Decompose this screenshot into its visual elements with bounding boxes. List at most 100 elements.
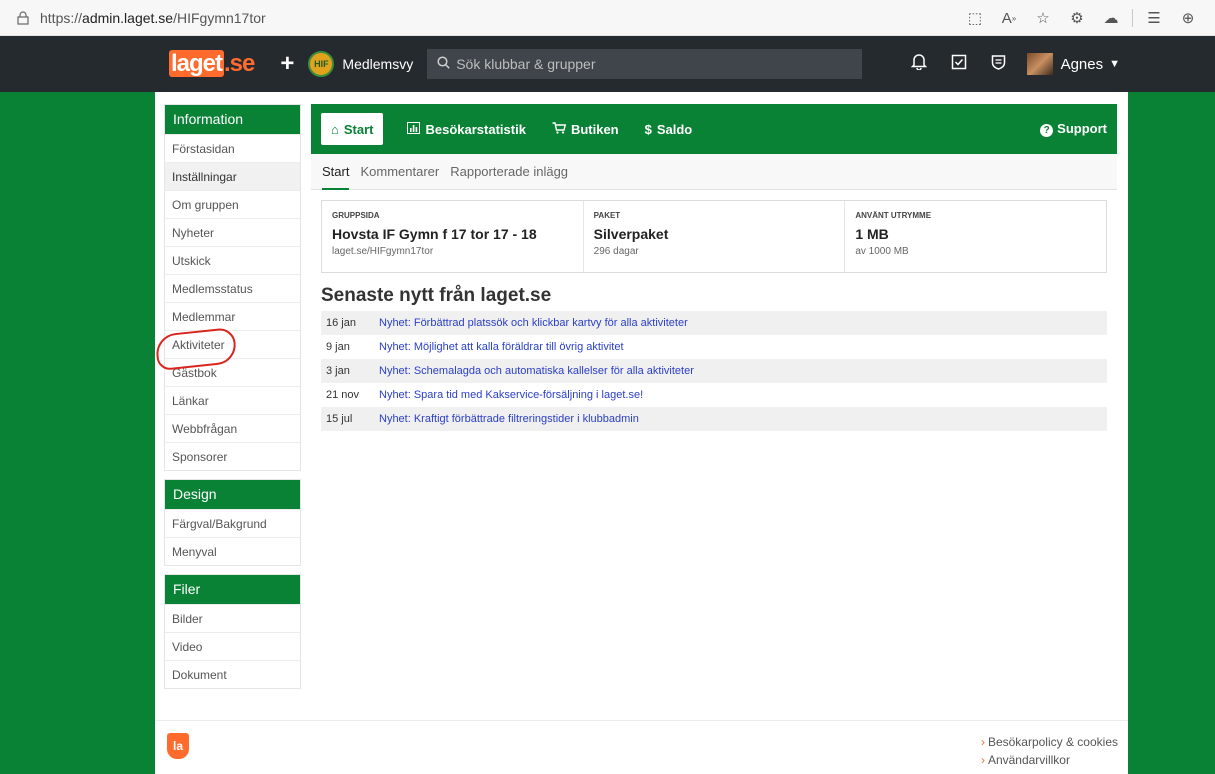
subtabs: Start Kommentarer Rapporterade inlägg xyxy=(311,154,1117,190)
sidebar-item-nyheter[interactable]: Nyheter xyxy=(165,218,300,246)
list-item: 3 jan Nyhet: Schemalagda och automatiska… xyxy=(321,359,1107,383)
laget-footer-logo[interactable]: la xyxy=(167,733,189,759)
url-prefix: https:// xyxy=(40,9,83,26)
news-date: 15 jul xyxy=(326,413,353,425)
sidebar-group-filer: Filer Bilder Video Dokument xyxy=(164,574,301,689)
sidebar-item-menyval[interactable]: Menyval xyxy=(165,537,300,565)
search-placeholder: Sök klubbar & grupper xyxy=(456,56,596,72)
tab-rapporterade[interactable]: Rapporterade inlägg xyxy=(450,164,568,179)
balance-label: Saldo xyxy=(656,121,693,137)
nav-right: Agnes ▼ xyxy=(899,36,1120,92)
sidebar-item-webbfragan[interactable]: Webbfrågan xyxy=(165,414,300,442)
stats-label: Besökarstatistik xyxy=(425,121,526,137)
url-text[interactable]: https://admin.laget.se/HIFgymn17tor xyxy=(40,10,266,26)
sidebar-group-design: Design Färgval/Bakgrund Menyval xyxy=(164,479,301,566)
search-icon xyxy=(437,56,450,72)
toolbar-divider xyxy=(1132,9,1133,27)
chevron-right-icon: › xyxy=(980,753,985,767)
sidebar-item-medlemmar[interactable]: Medlemmar xyxy=(165,302,300,330)
checklist-icon[interactable] xyxy=(939,54,979,75)
info-storage: ANVÄNT UTRYMME 1 MB av 1000 MB xyxy=(845,201,1106,272)
user-name[interactable]: Agnes xyxy=(1061,56,1104,73)
chevron-right-icon: › xyxy=(980,735,985,749)
list-item: 16 jan Nyhet: Förbättrad platssök och kl… xyxy=(321,311,1107,335)
info-sub: av 1000 MB xyxy=(855,246,909,257)
admin-toolbar: ⌂ Start Besökarstatistik Butiken $ Saldo ?… xyxy=(311,104,1117,154)
sidebar-heading[interactable]: Design xyxy=(165,480,300,509)
top-navigation: laget.se + HIF Medlemsvy Sök klubbar & g… xyxy=(0,36,1215,92)
balance-button[interactable]: $ Saldo xyxy=(645,122,693,137)
club-logo-icon[interactable]: HIF xyxy=(308,51,335,77)
tab-kommentarer[interactable]: Kommentarer xyxy=(360,164,439,179)
shield-icon[interactable] xyxy=(979,54,1019,75)
lock-icon[interactable] xyxy=(16,10,30,25)
bell-icon[interactable] xyxy=(899,53,939,75)
favorites-icon[interactable]: ☰ xyxy=(1137,9,1171,27)
sidebar-item-bilder[interactable]: Bilder xyxy=(165,604,300,632)
shop-label: Butiken xyxy=(570,121,619,137)
app-available-icon[interactable]: ⬚ xyxy=(958,9,992,27)
sidebar-item-forstasidan[interactable]: Förstasidan xyxy=(165,134,300,162)
laget-logo[interactable]: laget.se xyxy=(163,48,260,80)
member-view-link[interactable]: Medlemsvy xyxy=(342,56,413,72)
terms-link[interactable]: › Användarvillkor xyxy=(981,751,1118,769)
news-link[interactable]: Nyhet: Kraftigt förbättrade filtreringst… xyxy=(379,413,639,425)
start-button[interactable]: ⌂ Start xyxy=(321,113,384,145)
sidebar-group-information: Information Förstasidan Inställningar Om… xyxy=(164,104,301,471)
shop-button[interactable]: Butiken xyxy=(552,122,619,137)
sidebar-item-utskick[interactable]: Utskick xyxy=(165,246,300,274)
sidebar-item-installningar[interactable]: Inställningar xyxy=(165,162,300,190)
sidebar-item-medlemsstatus[interactable]: Medlemsstatus xyxy=(165,274,300,302)
news-list: 16 jan Nyhet: Förbättrad platssök och kl… xyxy=(321,311,1107,431)
news-link[interactable]: Nyhet: Spara tid med Kakservice-försäljn… xyxy=(379,389,643,401)
stats-button[interactable]: Besökarstatistik xyxy=(407,121,526,137)
info-summary: GRUPPSIDA Hovsta IF Gymn f 17 tor 17 - 1… xyxy=(321,200,1107,273)
info-sub: 296 dagar xyxy=(593,246,639,257)
tab-start[interactable]: Start xyxy=(322,164,350,190)
support-button[interactable]: ? Support xyxy=(1040,121,1107,137)
info-value: Hovsta IF Gymn f 17 tor 17 - 18 xyxy=(332,226,537,242)
sidebar-heading[interactable]: Filer xyxy=(165,575,300,604)
info-sub: laget.se/HIFgymn17tor xyxy=(332,246,434,257)
read-aloud-icon[interactable]: A» xyxy=(992,10,1026,27)
favorite-star-icon[interactable]: ☆ xyxy=(1026,9,1060,27)
sidebar-item-fargval[interactable]: Färgval/Bakgrund xyxy=(165,509,300,537)
sidebar: Information Förstasidan Inställningar Om… xyxy=(164,104,301,697)
chevron-down-icon[interactable]: ▼ xyxy=(1109,58,1120,70)
help-icon: ? xyxy=(1040,124,1054,137)
search-input[interactable]: Sök klubbar & grupper xyxy=(427,49,863,79)
footer: la › Besökarpolicy & cookies › Användarvil… xyxy=(155,720,1128,774)
info-label: ANVÄNT UTRYMME xyxy=(855,211,932,220)
sidebar-item-video[interactable]: Video xyxy=(165,632,300,660)
collections-icon[interactable]: ⊕ xyxy=(1171,9,1205,27)
info-value: 1 MB xyxy=(855,226,889,242)
url-host: admin.laget.se xyxy=(82,9,174,26)
policy-link-label: Besökarpolicy & cookies xyxy=(987,735,1118,749)
main-panel: ⌂ Start Besökarstatistik Butiken $ Saldo ?… xyxy=(311,104,1117,431)
browser-toolbar-icons: ⬚ A» ☆ ⚙ ☁ ☰ ⊕ xyxy=(958,0,1205,36)
browser-address-bar: https://admin.laget.se/HIFgymn17tor ⬚ A»… xyxy=(0,0,1215,36)
avatar[interactable] xyxy=(1026,53,1053,75)
sidebar-item-lankar[interactable]: Länkar xyxy=(165,386,300,414)
terms-link-label: Användarvillkor xyxy=(987,753,1070,767)
bar-chart-icon xyxy=(407,121,421,137)
sidebar-item-om-gruppen[interactable]: Om gruppen xyxy=(165,190,300,218)
home-icon: ⌂ xyxy=(331,121,339,137)
dollar-icon: $ xyxy=(644,121,652,137)
sidebar-item-dokument[interactable]: Dokument xyxy=(165,660,300,688)
info-package: PAKET Silverpaket 296 dagar xyxy=(584,201,846,272)
news-link[interactable]: Nyhet: Förbättrad platssök och klickbar … xyxy=(379,317,688,329)
news-date: 21 nov xyxy=(326,389,360,401)
news-link[interactable]: Nyhet: Möjlighet att kalla föräldrar til… xyxy=(379,341,624,353)
sidebar-item-sponsorer[interactable]: Sponsorer xyxy=(165,442,300,470)
url-path: /HIFgymn17tor xyxy=(173,9,266,26)
plus-icon[interactable]: + xyxy=(280,50,294,78)
policy-link[interactable]: › Besökarpolicy & cookies xyxy=(981,733,1118,751)
extension-icon[interactable]: ⚙ xyxy=(1060,9,1094,27)
copilot-icon[interactable]: ☁ xyxy=(1094,9,1128,27)
news-link[interactable]: Nyhet: Schemalagda och automatiska kalle… xyxy=(379,365,694,377)
info-group-page: GRUPPSIDA Hovsta IF Gymn f 17 tor 17 - 1… xyxy=(322,201,584,272)
sidebar-heading[interactable]: Information xyxy=(165,105,300,134)
list-item: 21 nov Nyhet: Spara tid med Kakservice-f… xyxy=(321,383,1107,407)
info-label: GRUPPSIDA xyxy=(332,211,380,220)
